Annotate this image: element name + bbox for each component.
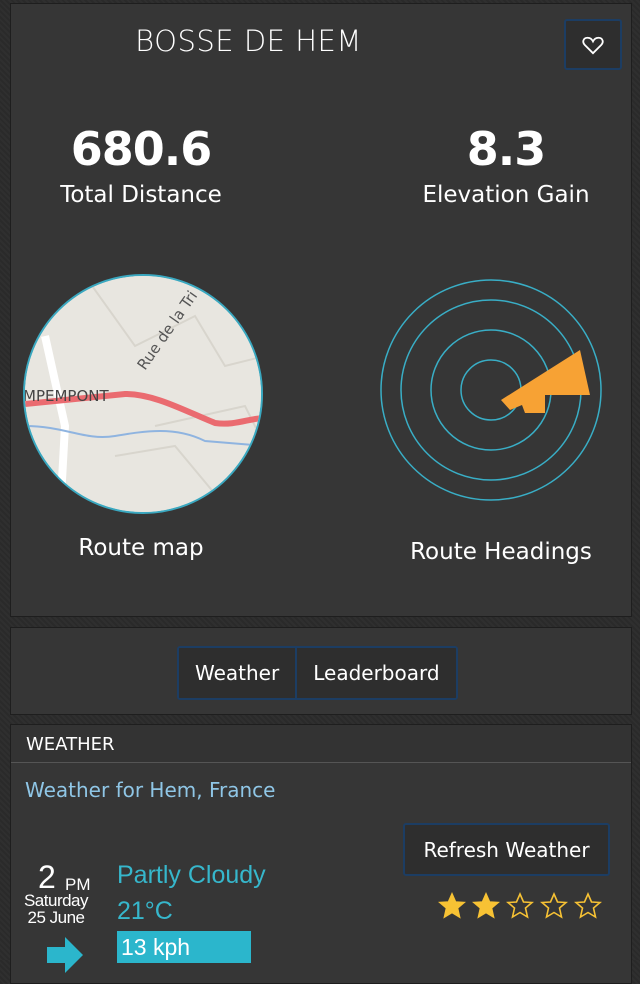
route-map-label: Route map: [78, 535, 204, 561]
route-summary-panel: BOSSE DE HEM 680.6 Total Distance 8.3 El…: [10, 3, 632, 617]
elevation-gain-label: Elevation Gain: [422, 182, 590, 208]
heart-icon: [582, 36, 604, 54]
weather-wind-speed: 13 kph: [117, 931, 251, 963]
refresh-weather-button[interactable]: Refresh Weather: [403, 823, 610, 876]
weather-rating: [438, 892, 602, 920]
forecast-weekday: Saturday: [23, 891, 89, 910]
forecast-date: 25 June: [27, 908, 86, 927]
weather-condition: Partly Cloudy: [117, 861, 266, 889]
weather-location-link[interactable]: Weather for Hem, France: [25, 778, 275, 802]
weather-temperature: 21°C: [117, 897, 173, 925]
route-title: BOSSE DE HEM: [135, 24, 362, 58]
forecast-day: Saturday 25 June: [20, 892, 92, 926]
tab-leaderboard[interactable]: Leaderboard: [295, 648, 456, 698]
route-map[interactable]: Rue de la Tri MPEMPONT: [23, 274, 263, 514]
weather-panel: WEATHER Weather for Hem, France Refresh …: [10, 724, 632, 984]
route-headings-label: Route Headings: [410, 539, 592, 565]
total-distance-label: Total Distance: [60, 182, 222, 208]
weather-header: WEATHER: [11, 725, 631, 763]
route-map-graphic: Rue de la Tri MPEMPONT: [25, 276, 261, 512]
star-filled-icon: [438, 892, 466, 919]
star-empty-icon: [574, 892, 602, 919]
elevation-gain-value: 8.3: [466, 122, 547, 176]
heading-sector: [501, 350, 590, 413]
route-headings-chart[interactable]: [380, 270, 602, 510]
star-empty-icon: [506, 892, 534, 919]
map-place-label: MPEMPONT: [25, 387, 109, 405]
weather-section-title: WEATHER: [26, 734, 115, 755]
tabs-panel: Weather Leaderboard: [10, 627, 632, 715]
tab-weather[interactable]: Weather: [179, 648, 296, 698]
wind-direction-icon: [47, 937, 83, 973]
star-filled-icon: [472, 892, 500, 919]
tab-group: Weather Leaderboard: [177, 646, 458, 700]
star-empty-icon: [540, 892, 568, 919]
total-distance-value: 680.6: [70, 122, 213, 176]
favorite-button[interactable]: [564, 19, 622, 70]
